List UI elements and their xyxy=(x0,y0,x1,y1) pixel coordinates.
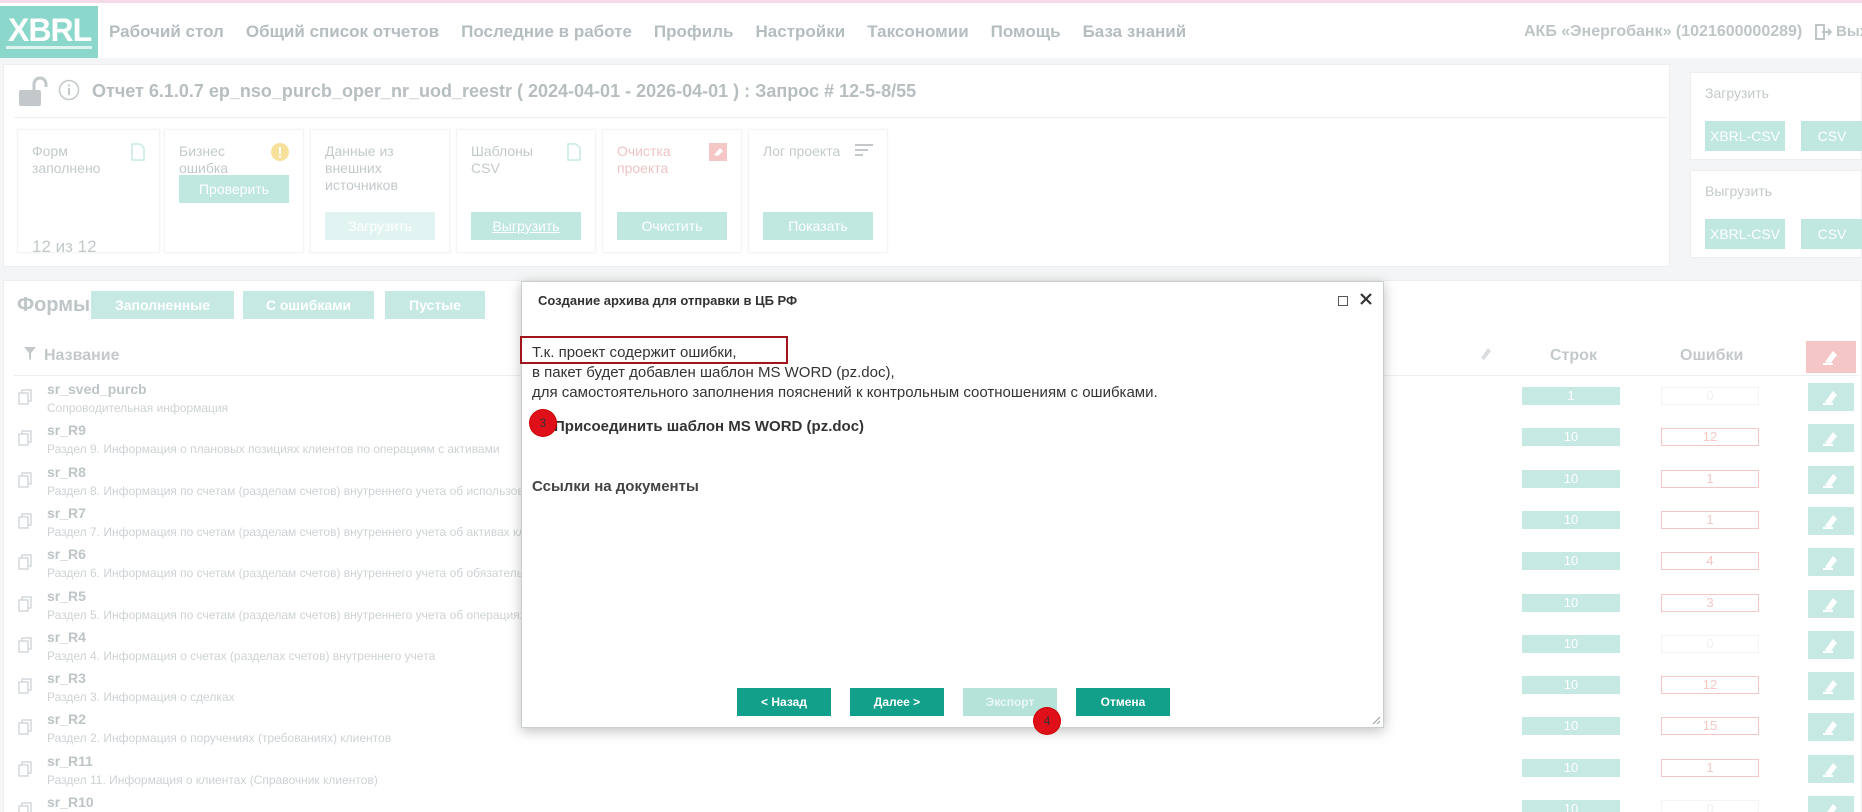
create-archive-dialog: Создание архива для отправки в ЦБ РФ Т.к… xyxy=(520,281,1384,734)
close-icon[interactable] xyxy=(1358,291,1374,307)
cancel-button[interactable]: Отмена xyxy=(1076,688,1170,716)
next-button[interactable]: Далее > xyxy=(850,688,944,716)
back-button[interactable]: < Назад xyxy=(737,688,831,716)
message-line-2: в пакет будет добавлен шаблон MS WORD (p… xyxy=(532,364,895,381)
message-line-3: для самостоятельного заполнения пояснени… xyxy=(532,384,1158,401)
step-badge-4: 4 xyxy=(1034,708,1060,734)
step-badge-3: 3 xyxy=(530,410,556,436)
highlight-box xyxy=(520,336,788,364)
resize-grip-icon[interactable] xyxy=(1372,716,1381,725)
maximize-button[interactable] xyxy=(1338,296,1348,306)
attach-word-label[interactable]: Присоединить шаблон MS WORD (pz.doc) xyxy=(554,418,864,435)
document-links-heading: Ссылки на документы xyxy=(532,478,699,495)
dialog-title: Создание архива для отправки в ЦБ РФ xyxy=(538,293,798,308)
